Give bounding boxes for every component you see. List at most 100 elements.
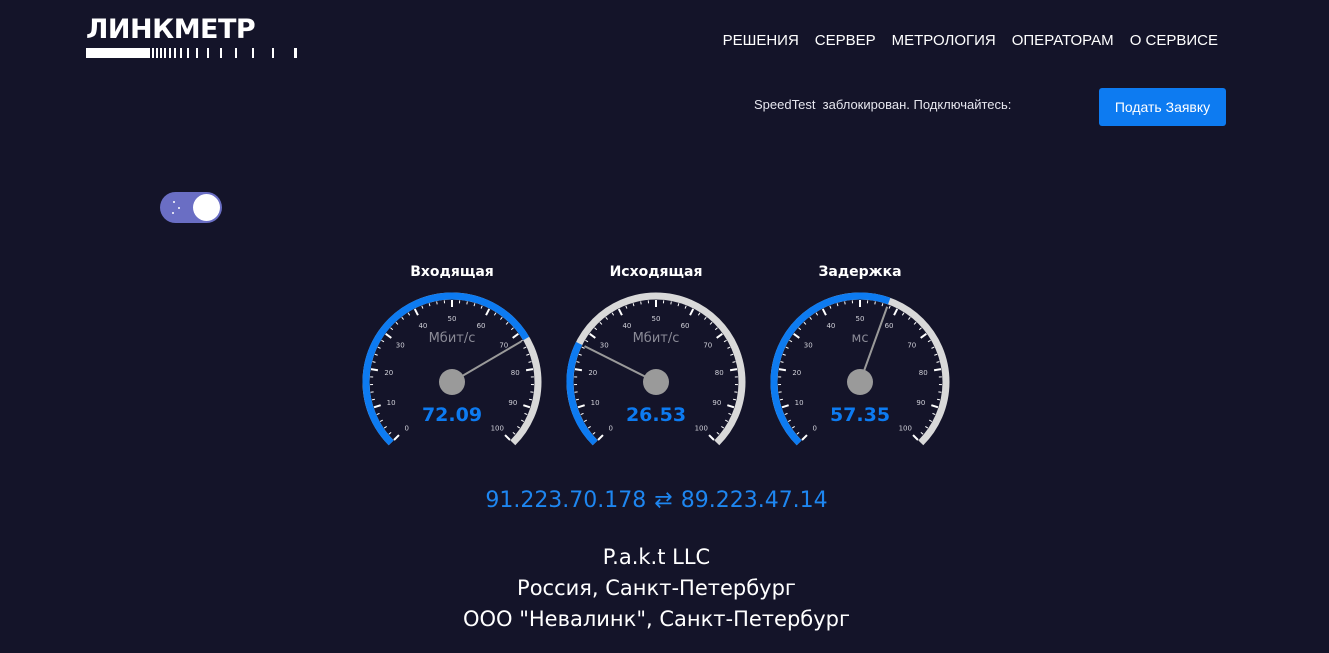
upload-tick	[578, 353, 582, 356]
download-tick	[485, 308, 491, 316]
toggle-knob	[193, 194, 220, 221]
latency-tick	[913, 321, 917, 325]
download-tick	[381, 339, 385, 343]
download-tick-label: 50	[448, 315, 457, 323]
nav-item-server[interactable]: СЕРВЕР	[815, 31, 876, 51]
upload-tick	[721, 425, 725, 429]
theme-toggle[interactable]	[160, 192, 222, 223]
server-ip: 89.223.47.14	[680, 488, 828, 513]
download-tick-label: 20	[384, 369, 393, 377]
upload-tick	[587, 425, 591, 429]
download-tick	[528, 361, 532, 363]
latency-tick	[809, 316, 812, 320]
download-value: 72.09	[422, 404, 482, 426]
latency-tick	[815, 312, 819, 316]
latency-tick	[779, 398, 784, 401]
connection-ips: 91.223.70.178 ⇄ 89.223.47.14	[0, 488, 1313, 513]
upload-tick	[575, 398, 580, 401]
nav-item-operators[interactable]: ОПЕРАТОРАМ	[1012, 31, 1114, 51]
latency-tick	[874, 301, 876, 305]
download-tick	[383, 425, 387, 429]
upload-unit-label: Мбит/с	[633, 331, 680, 346]
star-icon	[172, 212, 174, 214]
latency-needle	[859, 306, 889, 383]
gauge-title-download: Входящая	[410, 264, 494, 280]
latency-tick	[829, 305, 832, 309]
download-tick	[388, 431, 392, 435]
upload-tick	[574, 368, 583, 372]
upload-tick-label: 70	[703, 341, 712, 349]
upload-tick	[684, 305, 687, 309]
upload-tick-label: 30	[600, 341, 609, 349]
latency-tick	[784, 412, 788, 416]
download-tick-label: 40	[418, 322, 427, 330]
latency-gauge-fill	[770, 292, 891, 446]
provider-name: P.a.k.t LLC	[602, 545, 711, 569]
upload-tick	[732, 398, 737, 401]
latency-tick	[787, 419, 792, 422]
download-tick-label: 10	[387, 399, 396, 407]
download-tick-label: 60	[477, 322, 486, 330]
upload-tick	[729, 368, 738, 372]
upload-tick	[727, 346, 731, 349]
download-tick	[473, 303, 476, 307]
upload-needle	[584, 345, 657, 383]
upload-tick	[589, 332, 596, 339]
latency-tick-label: 40	[826, 322, 835, 330]
download-tick	[385, 332, 392, 339]
latency-tick	[901, 312, 905, 316]
download-tick	[390, 327, 394, 331]
nav-item-metrology[interactable]: МЕТРОЛОГИЯ	[892, 31, 996, 51]
upload-tick	[632, 303, 635, 307]
nav-item-about[interactable]: О СЕРВИСЕ	[1130, 31, 1218, 51]
latency-tick	[888, 305, 891, 309]
upload-tick-label: 40	[622, 322, 631, 330]
download-tick	[520, 419, 525, 422]
download-tick	[393, 434, 400, 441]
upload-tick	[714, 327, 718, 331]
swap-arrows-icon: ⇄	[654, 488, 673, 513]
latency-tick	[920, 431, 924, 435]
latency-tick-label: 20	[792, 369, 801, 377]
logo[interactable]: ЛИНКМЕТР	[86, 14, 298, 60]
logo-text: ЛИНКМЕТР	[86, 14, 256, 45]
main-nav: РЕШЕНИЯ СЕРВЕР МЕТРОЛОГИЯ ОПЕРАТОРАМ О С…	[723, 31, 1218, 51]
download-tick	[371, 398, 376, 401]
nav-item-solutions[interactable]: РЕШЕНИЯ	[723, 31, 799, 51]
latency-tick-label: 50	[856, 315, 865, 323]
upload-gauge-track	[566, 292, 746, 446]
latency-tick	[934, 353, 938, 356]
latency-tick	[881, 303, 884, 307]
download-tick-label: 70	[499, 341, 508, 349]
latency-tick	[791, 425, 795, 429]
download-tick	[379, 419, 384, 422]
download-tick	[374, 353, 378, 356]
upload-tick	[732, 361, 736, 363]
upload-tick	[577, 404, 585, 409]
upload-tick	[594, 327, 598, 331]
latency-tick	[936, 361, 940, 363]
download-tick-label: 30	[396, 341, 405, 349]
latency-tick	[796, 431, 800, 435]
download-tick	[372, 361, 376, 363]
upload-tick	[730, 353, 734, 356]
latency-tick-label: 60	[885, 322, 894, 330]
upload-tick-label: 10	[591, 399, 600, 407]
upload-tick	[724, 419, 729, 422]
upload-tick	[728, 412, 732, 416]
blocked-notice: SpeedTest заблокирован. Подключайтесь:	[754, 97, 1012, 112]
latency-tick	[793, 332, 800, 339]
upload-tick	[704, 316, 707, 320]
upload-tick	[581, 346, 585, 349]
download-gauge-track	[362, 292, 542, 446]
download-needle	[451, 340, 522, 383]
latency-tick-label: 80	[919, 369, 928, 377]
upload-tick-label: 50	[652, 315, 661, 323]
latency-tick-label: 0	[813, 424, 817, 432]
submit-request-button[interactable]: Подать Заявку	[1099, 88, 1226, 126]
server-operator: ООО "Невалинк", Санкт-Петербург	[462, 607, 851, 631]
upload-tick	[599, 321, 603, 325]
latency-tick	[844, 301, 846, 305]
download-tick	[523, 346, 527, 349]
download-tick	[401, 316, 404, 320]
